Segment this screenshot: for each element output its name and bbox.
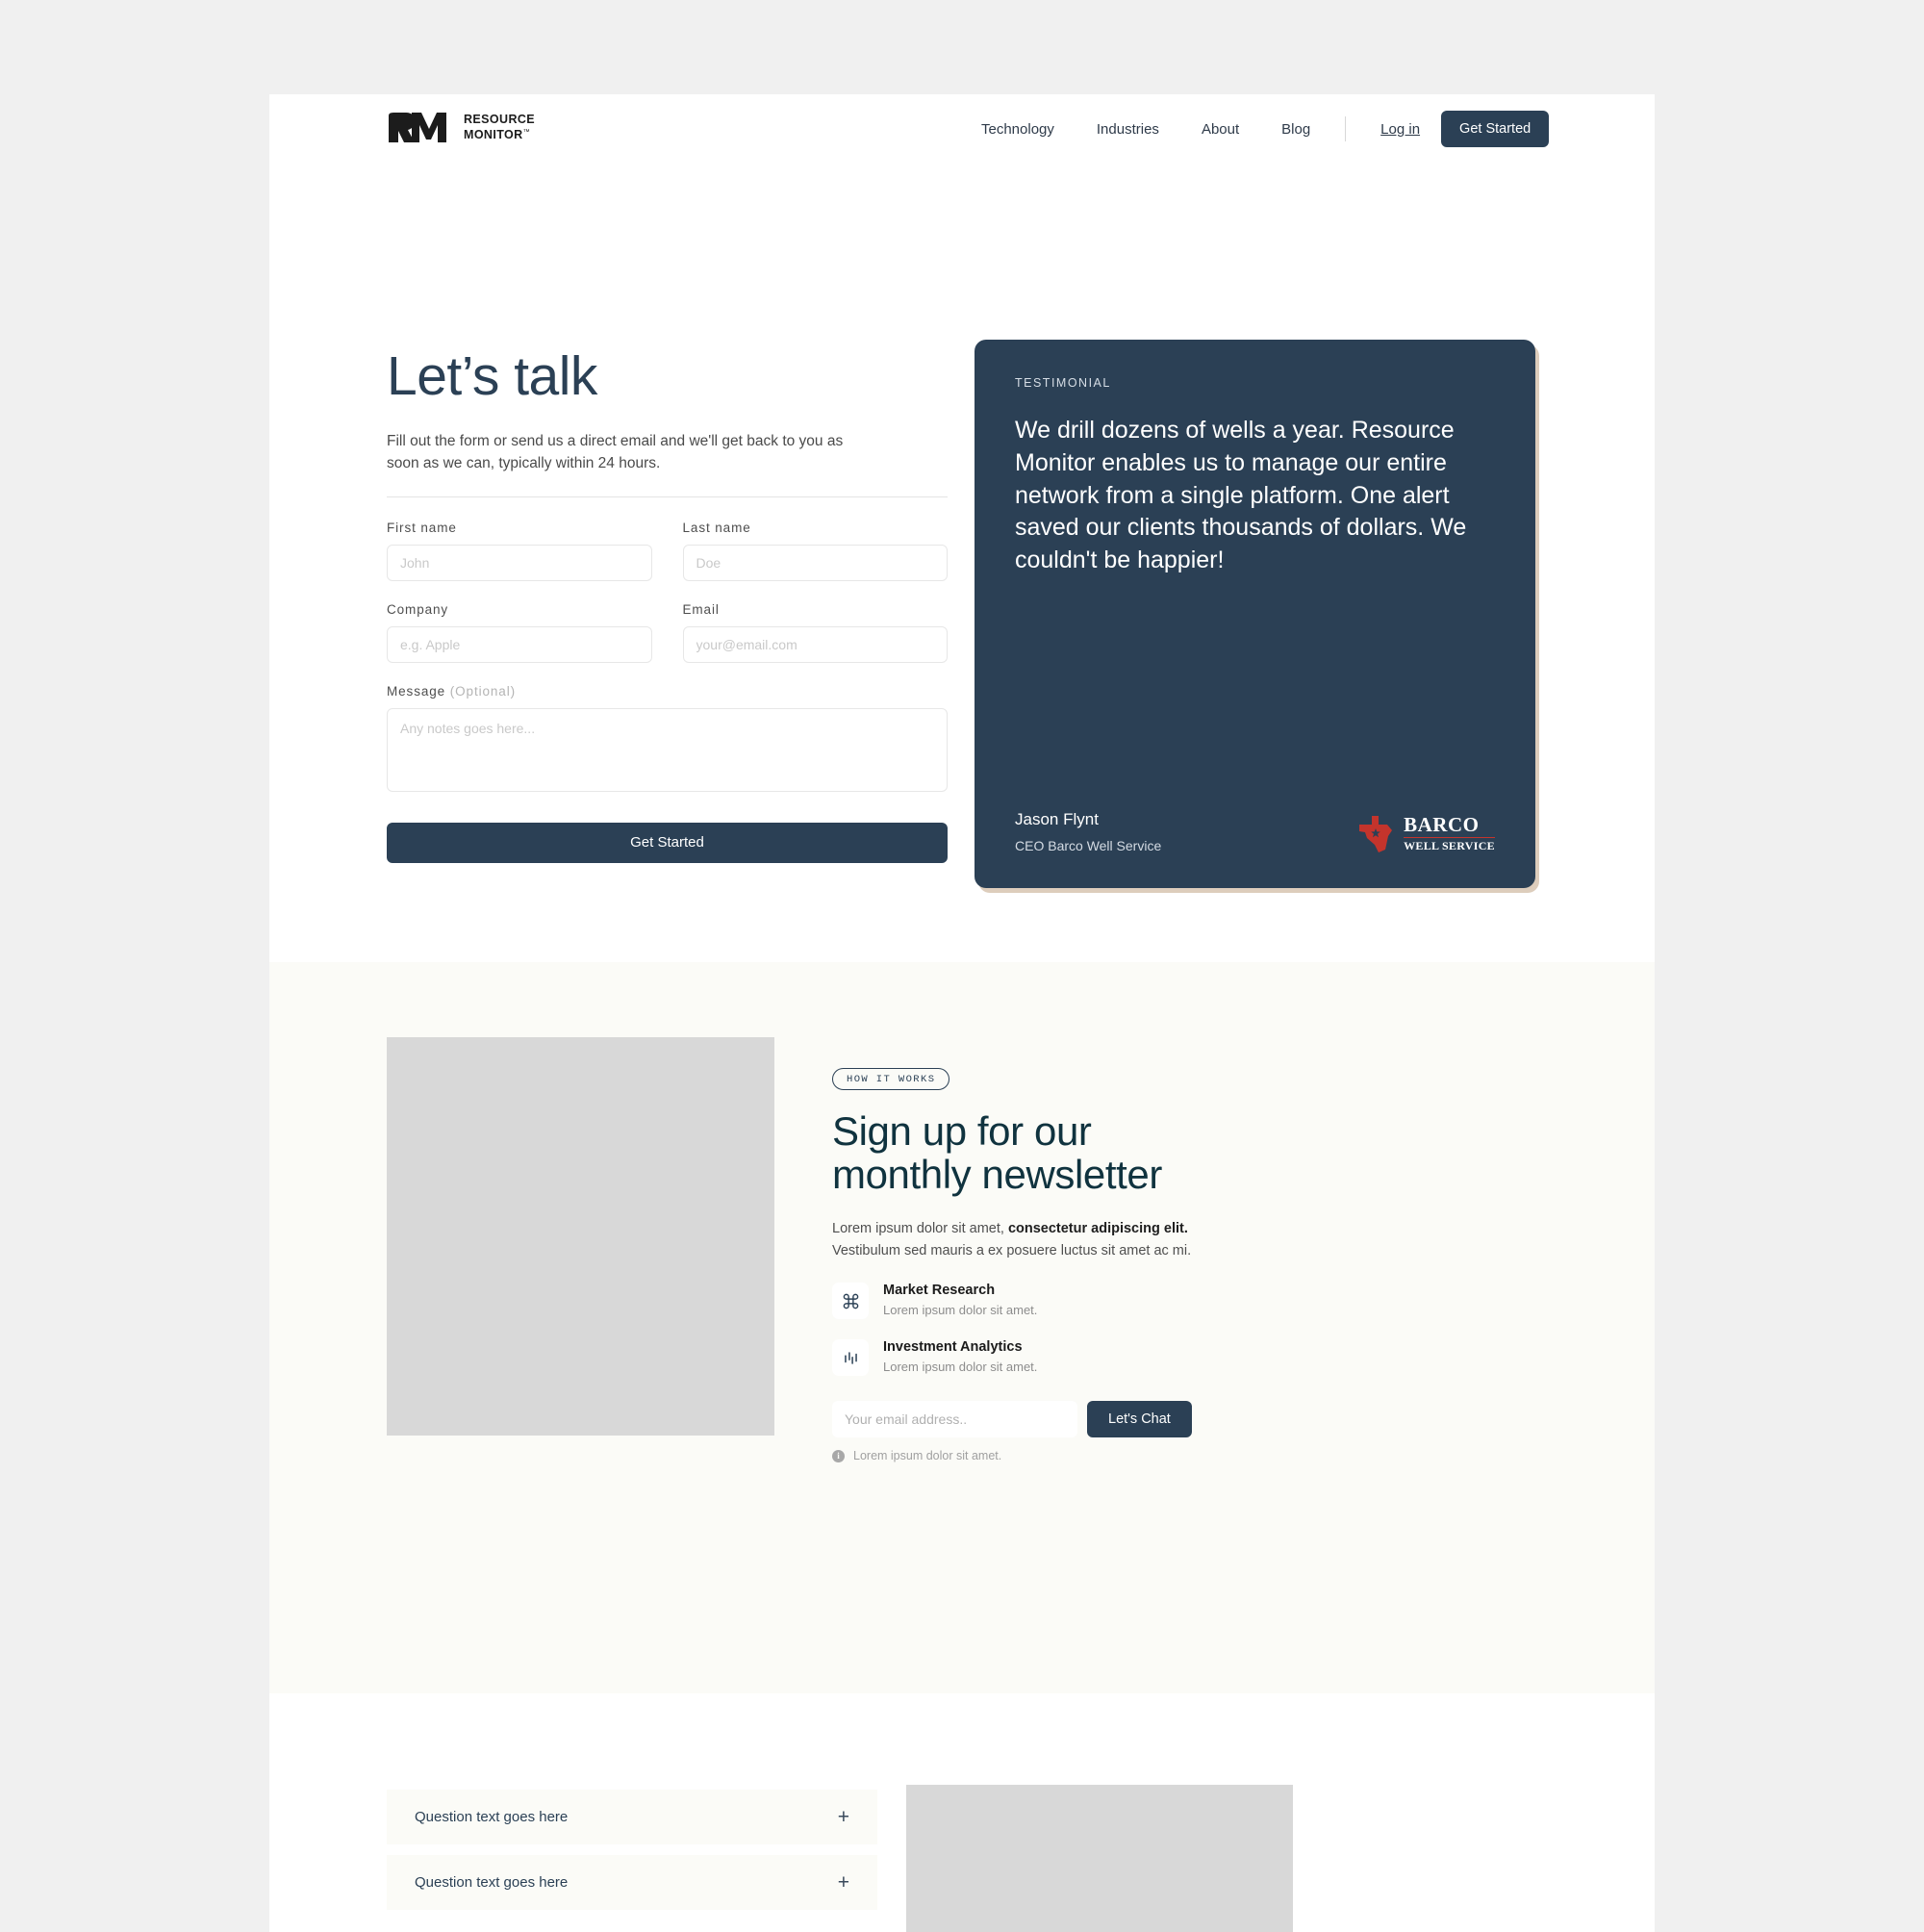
nav-item-blog[interactable]: Blog: [1260, 121, 1331, 138]
testimonial-footer: Jason Flynt CEO Barco Well Service BARCO…: [1015, 810, 1495, 853]
feature-investment-analytics: Investment Analytics Lorem ipsum dolor s…: [832, 1339, 1236, 1377]
site-header: RESOURCE MONITOR™ Technology Industries …: [269, 94, 1655, 171]
nav-item-about[interactable]: About: [1180, 121, 1260, 138]
page-title: Let’s talk: [387, 345, 597, 407]
plus-icon[interactable]: +: [838, 1807, 849, 1827]
company-input[interactable]: [387, 625, 652, 663]
newsletter-body-bold: consectetur adipiscing elit.: [1007, 1220, 1188, 1236]
faq-item[interactable]: Question text goes here +: [387, 1855, 877, 1910]
feature-title: Investment Analytics: [883, 1339, 1023, 1356]
email-label: Email: [682, 601, 720, 617]
author-role: CEO Barco Well Service: [1015, 838, 1162, 853]
faq-question: Question text goes here: [415, 1809, 569, 1825]
plus-icon[interactable]: +: [838, 1872, 849, 1893]
field-email: Email: [682, 601, 948, 663]
newsletter-section: HOW IT WORKS Sign up for our monthly new…: [269, 962, 1655, 1693]
author-name: Jason Flynt: [1015, 810, 1099, 828]
testimonial-card: TESTIMONIAL We drill dozens of wells a y…: [975, 340, 1535, 888]
logo-wordmark: RESOURCE MONITOR™: [464, 113, 535, 141]
last-name-label: Last name: [682, 520, 751, 535]
feature-text-investment-analytics: Investment Analytics Lorem ipsum dolor s…: [883, 1339, 1037, 1374]
barco-rule: [1404, 836, 1495, 839]
message-textarea[interactable]: [387, 707, 948, 792]
newsletter-note: i Lorem ipsum dolor sit amet.: [832, 1449, 1236, 1462]
company-label: Company: [387, 601, 449, 617]
how-it-works-badge: HOW IT WORKS: [832, 1068, 950, 1090]
feature-text-market-research: Market Research Lorem ipsum dolor sit am…: [883, 1283, 1037, 1317]
first-name-label: First name: [387, 520, 457, 535]
header-get-started-button[interactable]: Get Started: [1441, 111, 1550, 147]
testimonial-author: Jason Flynt CEO Barco Well Service: [1015, 810, 1161, 853]
form-submit-button[interactable]: Get Started: [387, 822, 948, 863]
site-logo[interactable]: RESOURCE MONITOR™: [387, 110, 535, 144]
nav-item-technology[interactable]: Technology: [960, 121, 1076, 138]
email-input[interactable]: [682, 625, 948, 663]
barco-company-logo: BARCO WELL SERVICE: [1355, 813, 1495, 853]
barco-wordmark: BARCO WELL SERVICE: [1404, 812, 1495, 853]
feature-desc: Lorem ipsum dolor sit amet.: [883, 1360, 1038, 1375]
testimonial-eyebrow: TESTIMONIAL: [1015, 376, 1111, 390]
newsletter-content: HOW IT WORKS Sign up for our monthly new…: [832, 1068, 1236, 1462]
newsletter-heading-line-1: Sign up for our: [832, 1108, 1092, 1154]
page-canvas: RESOURCE MONITOR™ Technology Industries …: [269, 94, 1655, 1932]
main-nav: Technology Industries About Blog Log in …: [960, 111, 1550, 147]
hero-subtitle: Fill out the form or send us a direct em…: [387, 433, 844, 472]
lets-chat-button[interactable]: Let's Chat: [1087, 1401, 1192, 1438]
newsletter-heading-line-2: monthly newsletter: [832, 1152, 1162, 1198]
faq-item[interactable]: Question text goes here +: [387, 1790, 877, 1844]
feature-title: Market Research: [883, 1283, 996, 1299]
newsletter-body-lead: Lorem ipsum dolor sit amet,: [832, 1220, 1008, 1236]
texas-state-icon: [1359, 816, 1393, 852]
field-message: Message (Optional): [387, 684, 948, 797]
barco-name: BARCO: [1404, 812, 1480, 836]
contact-form-grid: First name Last name Company Email: [387, 521, 948, 663]
message-optional-tag: (Optional): [449, 683, 517, 699]
info-icon: i: [832, 1449, 845, 1462]
newsletter-body: Lorem ipsum dolor sit amet, consectetur …: [832, 1218, 1236, 1262]
bar-chart-icon: [832, 1339, 869, 1377]
hero-section: Let’s talk Fill out the form or send us …: [269, 171, 1655, 962]
newsletter-note-text: Lorem ipsum dolor sit amet.: [853, 1449, 1002, 1463]
nav-item-industries[interactable]: Industries: [1076, 121, 1180, 138]
logo-line-1: RESOURCE: [464, 112, 536, 126]
logo-line-2: MONITOR™: [464, 128, 531, 142]
feature-desc: Lorem ipsum dolor sit amet.: [883, 1303, 1038, 1318]
login-link[interactable]: Log in: [1359, 121, 1441, 138]
testimonial-quote: We drill dozens of wells a year. Resourc…: [1015, 417, 1467, 573]
last-name-input[interactable]: [682, 544, 948, 581]
nav-divider: [1345, 116, 1347, 141]
faq-question: Question text goes here: [415, 1874, 569, 1891]
newsletter-body-line-2: Vestibulum sed mauris a ex posuere luctu…: [832, 1242, 1192, 1258]
rm-monogram-icon: [389, 113, 446, 142]
barco-tagline: WELL SERVICE: [1404, 839, 1495, 853]
field-company: Company: [387, 602, 652, 663]
trademark-mark: ™: [522, 128, 531, 136]
field-last-name: Last name: [682, 520, 948, 581]
faq-list: Question text goes here + Question text …: [387, 1790, 877, 1920]
command-icon: [832, 1283, 869, 1320]
newsletter-signup-form: Let's Chat: [832, 1401, 1236, 1438]
contact-form-column: Let’s talk Fill out the form or send us …: [387, 349, 948, 863]
first-name-input[interactable]: [387, 544, 652, 581]
feature-market-research: Market Research Lorem ipsum dolor sit am…: [832, 1283, 1236, 1320]
newsletter-image-placeholder: [387, 1037, 774, 1436]
field-first-name: First name: [387, 521, 652, 581]
faq-section: Question text goes here + Question text …: [269, 1693, 1655, 1932]
message-label: Message (Optional): [387, 683, 517, 699]
hero-divider: [387, 496, 948, 497]
faq-image-placeholder: [906, 1785, 1293, 1932]
newsletter-email-input[interactable]: [832, 1401, 1077, 1438]
newsletter-heading: Sign up for our monthly newsletter: [832, 1109, 1236, 1197]
